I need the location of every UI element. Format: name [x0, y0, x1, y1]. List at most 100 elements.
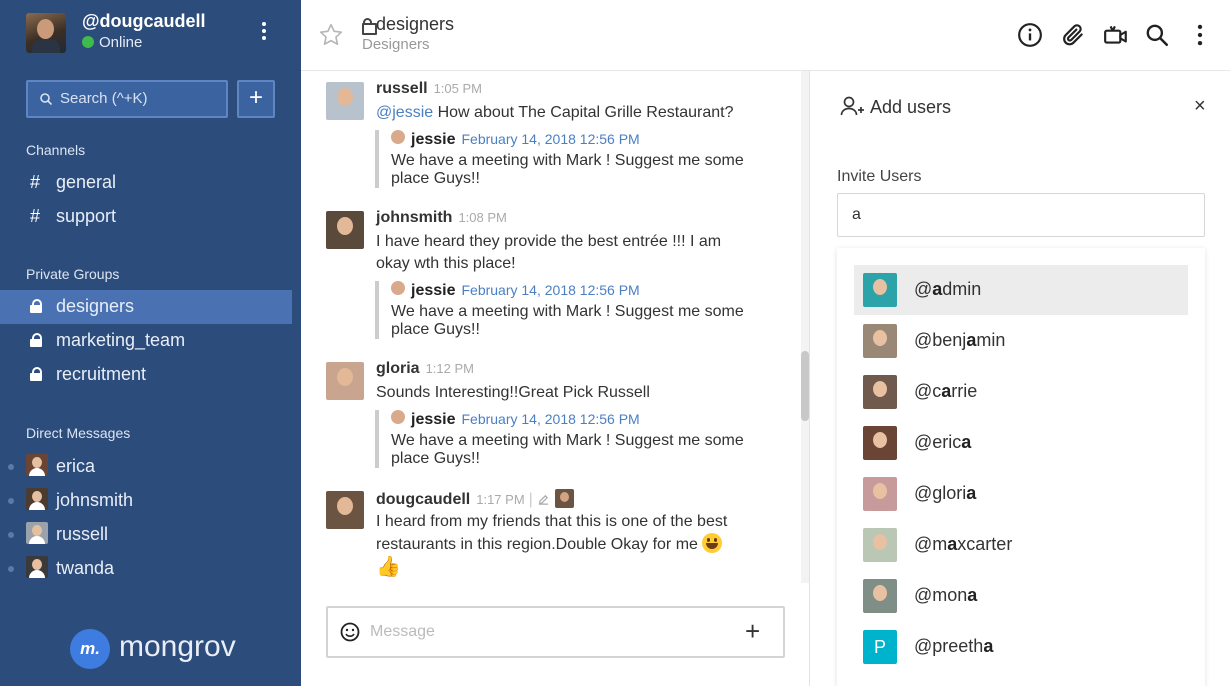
message-text: Sounds Interesting!!Great Pick Russell [376, 384, 650, 401]
dm-item-label: twanda [56, 558, 115, 578]
avatar [863, 528, 897, 562]
suggestion-carrie[interactable]: @carrie [854, 367, 1188, 417]
status-dot [8, 464, 14, 470]
sidebar-item-label: marketing_team [56, 330, 186, 350]
message-author[interactable]: russell [376, 80, 428, 97]
avatar [391, 130, 405, 144]
message-composer: + [326, 606, 785, 658]
suggestion-label: @preetha [914, 636, 993, 657]
quote-date[interactable]: February 14, 2018 12:56 PM [461, 282, 639, 298]
scrollbar-thumb[interactable] [801, 351, 809, 421]
avatar [26, 454, 48, 476]
sidebar-item-label: designers [56, 296, 135, 316]
message-list[interactable]: russell 1:05 PM @jessie How about The Cap… [301, 71, 809, 686]
smile-icon[interactable] [340, 622, 360, 642]
info-icon[interactable] [1017, 22, 1043, 48]
suggestion-maxcarter[interactable]: @maxcarter [854, 520, 1188, 570]
star-icon[interactable] [318, 22, 344, 48]
quote-date[interactable]: February 14, 2018 12:56 PM [461, 131, 639, 147]
suggestion-match: a [967, 585, 978, 605]
quoted-message: jessie February 14, 2018 12:56 PM We have… [375, 410, 755, 468]
pencil-icon [538, 494, 548, 505]
message-author[interactable]: johnsmith [376, 209, 452, 226]
hash-icon: # [30, 172, 41, 192]
invite-users-label: Invite Users [837, 168, 922, 185]
avatar [863, 477, 897, 511]
search-label: Search (^+K) [60, 90, 148, 107]
scrollbar-track[interactable] [801, 71, 809, 583]
sidebar-item-general[interactable]: # general [0, 166, 292, 200]
quote-date[interactable]: February 14, 2018 12:56 PM [461, 411, 639, 427]
mention-link[interactable]: @jessie [376, 104, 433, 121]
suggestion-match: a [947, 534, 958, 554]
search-button[interactable]: Search (^+K) [26, 80, 228, 118]
more-options-icon[interactable] [1187, 22, 1213, 48]
sidebar-item-support[interactable]: # support [0, 200, 292, 234]
dm-item-johnsmith[interactable]: johnsmith [0, 483, 292, 517]
avatar[interactable] [326, 491, 364, 529]
suggestion-mona[interactable]: @mona [854, 571, 1188, 621]
avatar [863, 426, 897, 460]
avatar[interactable] [326, 362, 364, 400]
avatar [26, 488, 48, 510]
suggestion-label: @admin [914, 279, 981, 300]
add-channel-button[interactable]: + [237, 80, 275, 118]
hash-icon: # [30, 206, 41, 226]
sidebar-item-recruitment[interactable]: recruitment [0, 358, 292, 392]
avatar [26, 522, 48, 544]
suggestion-suffix: min [976, 330, 1006, 350]
kebab-menu-icon[interactable] [256, 19, 272, 47]
dm-item-russell[interactable]: russell [0, 517, 292, 551]
thumbs-up-icon: 👍 [376, 556, 401, 578]
avatar[interactable] [326, 211, 364, 249]
suggestion-label: @erica [914, 432, 971, 453]
user-status: Online [82, 34, 142, 51]
suggestion-prefix: @mon [914, 585, 968, 605]
suggestion-prefix: @m [914, 534, 948, 554]
suggestion-prefix: @ [914, 279, 933, 299]
avatar [863, 324, 897, 358]
sidebar-item-designers[interactable]: designers [0, 290, 292, 324]
sidebar-item-label: support [56, 206, 117, 226]
suggestion-prefix: @benj [914, 330, 967, 350]
dm-item-twanda[interactable]: twanda [0, 551, 292, 585]
message-header: russell 1:05 PM [376, 80, 482, 98]
close-icon[interactable]: × [1194, 95, 1206, 118]
panel-title: Add users [840, 95, 951, 118]
quoted-message: jessie February 14, 2018 12:56 PM We have… [375, 130, 755, 188]
sidebar-item-marketing-team[interactable]: marketing_team [0, 324, 292, 358]
suggestion-erica[interactable]: @erica [854, 418, 1188, 468]
user-profile[interactable]: @dougcaudell Online [26, 11, 286, 53]
paperclip-icon[interactable] [1060, 22, 1086, 48]
message-author[interactable]: gloria [376, 360, 420, 377]
search-icon[interactable] [1144, 22, 1170, 48]
invite-users-input[interactable] [837, 193, 1205, 237]
status-dot [8, 566, 14, 572]
message-text-body: I heard from my friends that this is one… [376, 513, 728, 553]
suggestion-match: a [941, 381, 952, 401]
suggestion-match: a [932, 279, 943, 299]
user-name: @dougcaudell [82, 11, 206, 31]
dm-item-erica[interactable]: erica [0, 449, 292, 483]
suggestion-prefix: @c [914, 381, 942, 401]
user-suggestions: @admin @benjamin @carrie @erica @gloria … [837, 248, 1205, 686]
avatar [863, 273, 897, 307]
channels-title: Channels [26, 142, 86, 158]
grinning-emoji-icon [701, 533, 722, 553]
message-author[interactable]: dougcaudell [376, 491, 470, 508]
panel-title-text: Add users [870, 97, 952, 117]
video-icon[interactable] [1103, 22, 1129, 48]
logo-text: mongrov [119, 630, 236, 663]
suggestion-gloria[interactable]: @gloria [854, 469, 1188, 519]
suggestion-admin[interactable]: @admin [854, 265, 1188, 315]
lock-icon [362, 18, 377, 35]
avatar[interactable] [326, 82, 364, 120]
sidebar-item-label: recruitment [56, 364, 147, 384]
add-users-panel: Add users × Invite Users @admin @benjami… [809, 71, 1230, 686]
suggestion-benjamin[interactable]: @benjamin [854, 316, 1188, 366]
suggestion-preetha[interactable]: P @preetha [854, 622, 1188, 672]
attach-plus-button[interactable]: + [745, 617, 760, 645]
add-user-icon [840, 96, 864, 116]
avatar[interactable] [26, 13, 66, 53]
message-input[interactable] [370, 620, 730, 644]
